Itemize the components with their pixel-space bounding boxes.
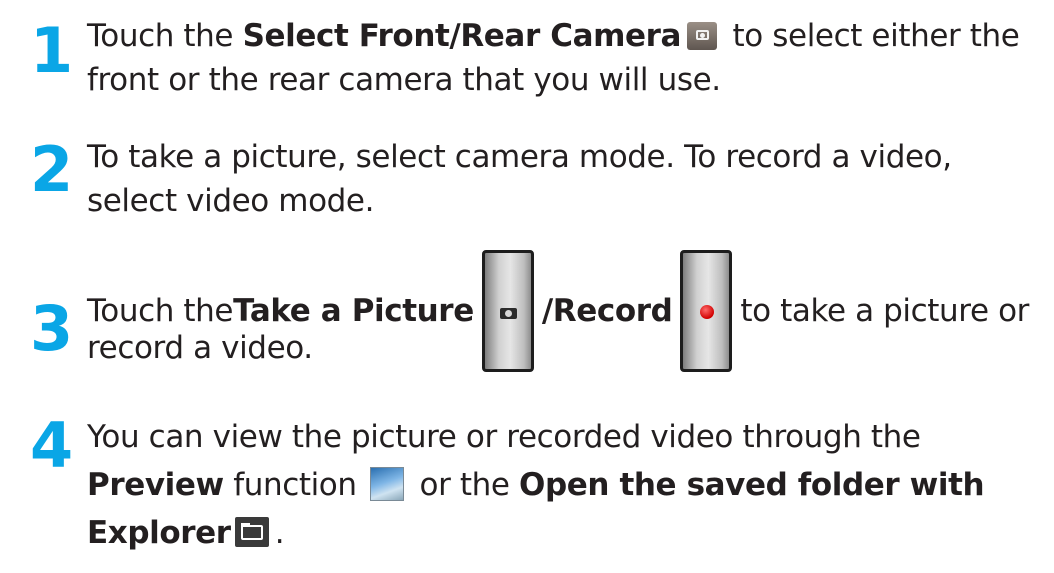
ui-term: /Record bbox=[541, 293, 673, 329]
ui-term: Open the saved folder with bbox=[519, 467, 985, 503]
camera-shutter-icon bbox=[481, 250, 534, 372]
preview-icon bbox=[370, 466, 405, 501]
step-line: record a video. bbox=[87, 330, 313, 366]
step-number: 3 bbox=[30, 292, 74, 365]
step-text-span: . bbox=[274, 515, 285, 551]
ui-term: Select Front/Rear Camera bbox=[242, 18, 682, 54]
step-text-span: or the bbox=[410, 467, 520, 503]
step-line: Touch the Select Front/Rear Camera to se… bbox=[87, 14, 1046, 58]
ui-term: Preview bbox=[87, 467, 224, 503]
step-line: You can view the picture or recorded vid… bbox=[87, 419, 921, 455]
step-number: 1 bbox=[30, 14, 74, 87]
step-number: 4 bbox=[30, 409, 74, 482]
step-line: To take a picture, select camera mode. T… bbox=[87, 139, 952, 175]
step-text: You can view the picture or recorded vid… bbox=[87, 413, 1046, 557]
step-text: To take a picture, select camera mode. T… bbox=[87, 135, 1046, 223]
step-line: select video mode. bbox=[87, 183, 375, 219]
record-dot bbox=[700, 305, 715, 319]
step-text-span: function bbox=[223, 467, 367, 503]
ui-term: Explorer bbox=[87, 515, 231, 551]
step-text: Touch the Take a Picture /Record to take… bbox=[87, 250, 1046, 372]
step-text-span: Touch the bbox=[87, 18, 243, 54]
step-number: 2 bbox=[30, 133, 74, 206]
step-text: Touch the Select Front/Rear Camera to se… bbox=[87, 14, 1046, 102]
step-line: front or the rear camera that you will u… bbox=[87, 62, 721, 98]
record-icon bbox=[680, 250, 733, 372]
step-text-span: to take a picture or bbox=[740, 293, 1029, 329]
step-text-span: to select either the bbox=[723, 18, 1020, 54]
step-line: Preview function or the Open the saved f… bbox=[87, 461, 1046, 509]
folder-icon bbox=[234, 516, 269, 547]
camera-glyph bbox=[499, 308, 517, 319]
step-line: Explorer. bbox=[87, 509, 1046, 557]
camera-switch-icon bbox=[687, 21, 718, 50]
